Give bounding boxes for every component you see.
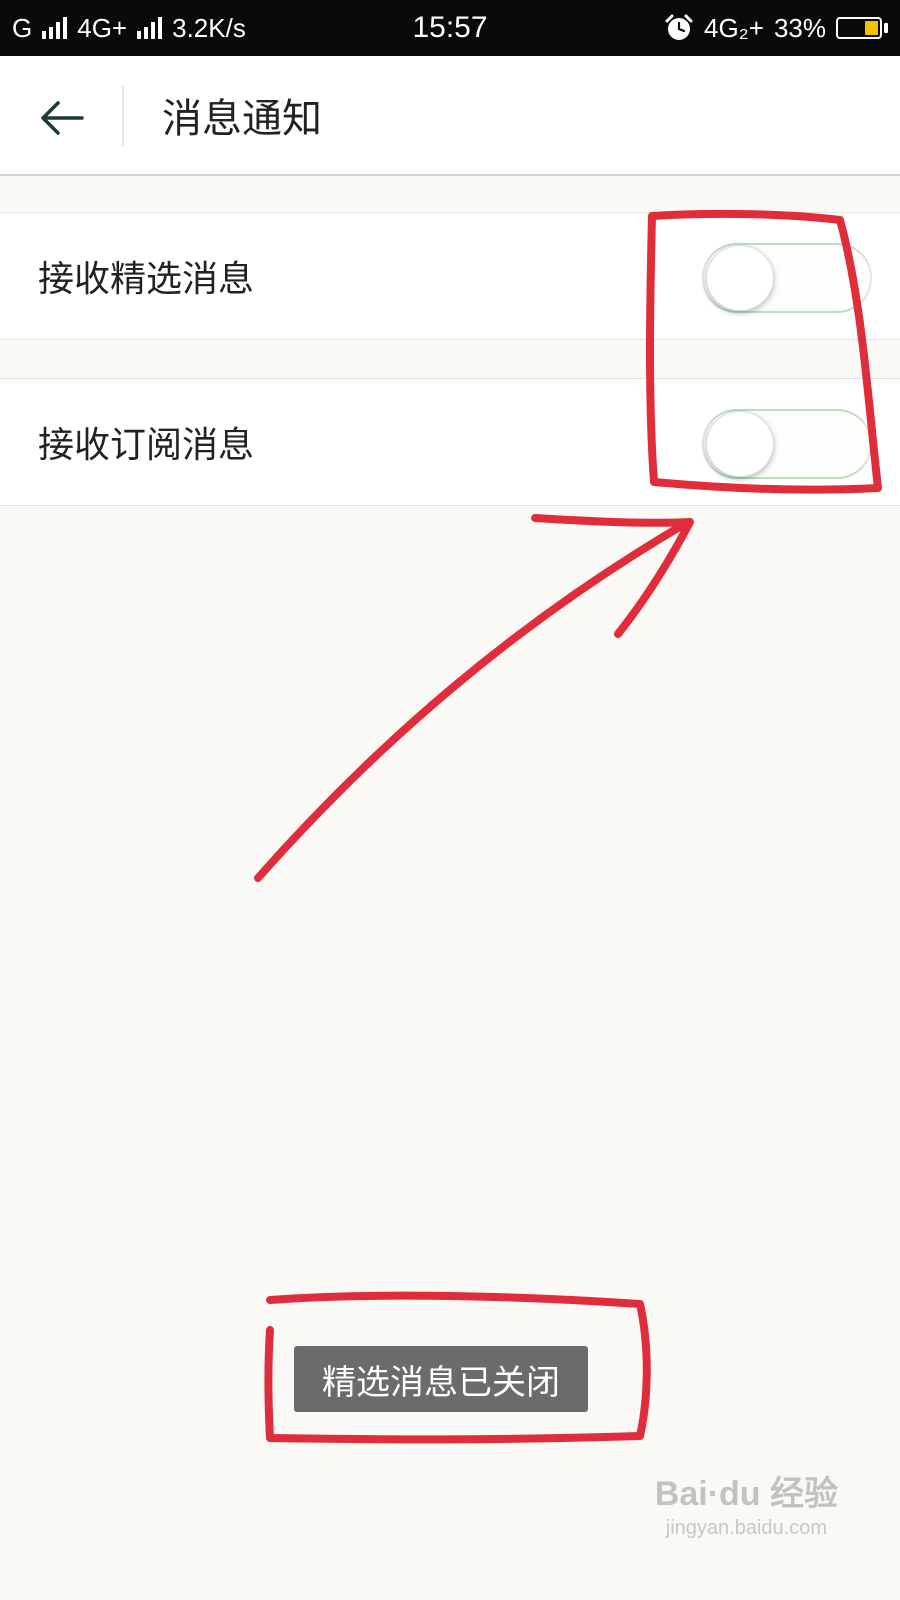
battery-fill xyxy=(865,21,878,35)
page-title: 消息通知 xyxy=(162,96,322,142)
header-divider xyxy=(122,86,124,146)
app-header: 消息通知 xyxy=(0,56,900,176)
toggle-knob xyxy=(706,245,774,311)
setting-row-subscription: 接收订阅消息 xyxy=(0,378,900,506)
setting-label-subscription: 接收订阅消息 xyxy=(38,425,255,466)
battery-percent: 33% xyxy=(773,12,826,43)
toggle-knob xyxy=(706,411,774,477)
watermark-url: jingyan.baidu.com xyxy=(665,1517,827,1539)
setting-row-featured: 接收精选消息 xyxy=(0,212,900,340)
annotation-arrow xyxy=(254,514,694,882)
status-bar: G 4G+ 3.2K/s 15:57 4G₂+ 33% xyxy=(0,0,900,56)
back-button[interactable] xyxy=(30,86,94,150)
status-right: 4G₂+ 33% xyxy=(664,0,888,56)
network-type-2: 4G₂+ xyxy=(703,12,764,43)
alarm-clock-icon xyxy=(665,14,693,40)
setting-label-featured: 接收精选消息 xyxy=(38,259,255,300)
toggle-featured-messages[interactable] xyxy=(702,243,872,313)
watermark-brand: Bai·du 经验 xyxy=(654,1475,838,1513)
battery-icon xyxy=(836,17,888,39)
back-arrow-icon xyxy=(41,101,84,135)
watermark-logo: Bai·du 经验 jingyan.baidu.com xyxy=(655,1466,838,1540)
toggle-subscription-messages[interactable] xyxy=(702,409,872,479)
toast-message: 精选消息已关闭 xyxy=(294,1346,588,1412)
